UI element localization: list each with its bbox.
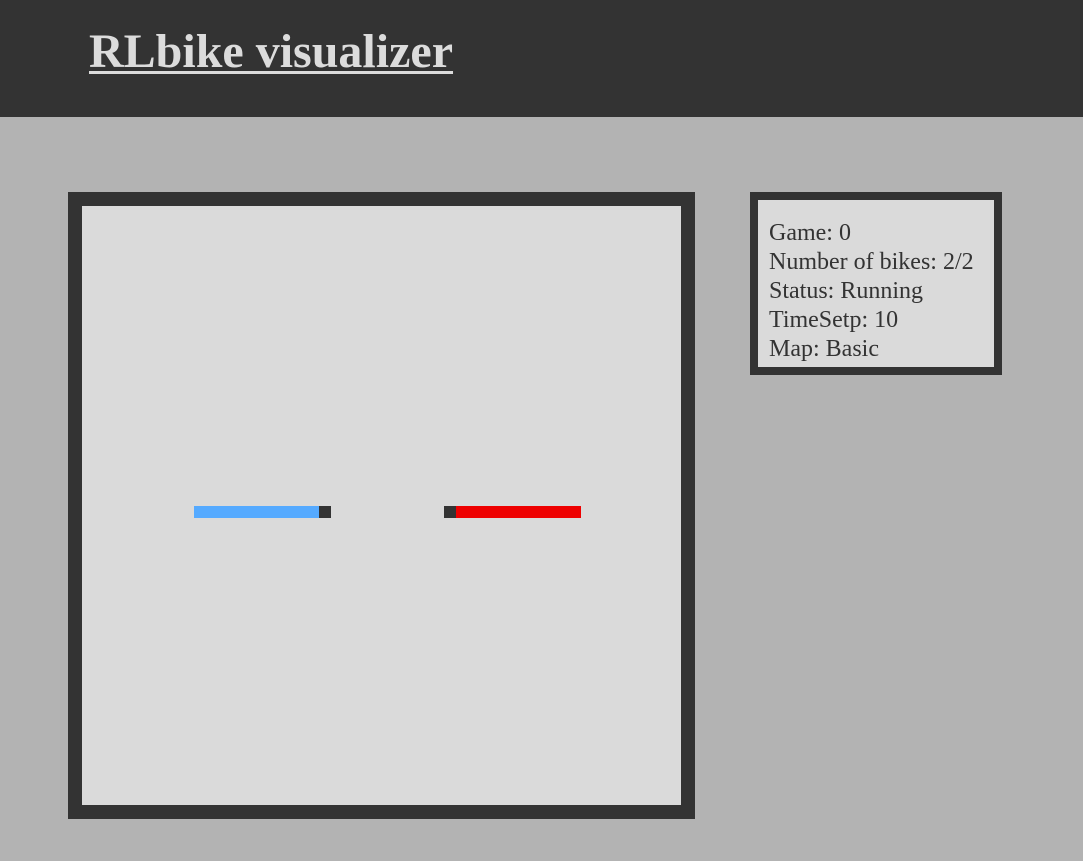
game-info-content: Game: 0 Number of bikes: 2/2 Status: Run… — [758, 200, 994, 367]
blue-bike-head — [319, 506, 331, 518]
header-bar: RLbike visualizer — [0, 0, 1083, 117]
red-bike-head — [444, 506, 456, 518]
red-bike-trail — [456, 506, 581, 518]
game-arena — [68, 192, 695, 819]
game-info-lines: Game: 0 Number of bikes: 2/2 Status: Run… — [769, 219, 974, 364]
timestep-text: TimeSetp: 10 — [769, 307, 899, 333]
game-info-panel: Game: 0 Number of bikes: 2/2 Status: Run… — [750, 192, 1002, 375]
blue-bike-trail — [194, 506, 319, 518]
app-title-link[interactable]: RLbike visualizer — [89, 24, 453, 80]
map-name-text: Map: Basic — [769, 336, 879, 362]
game-field — [82, 206, 681, 805]
game-number-text: Game: 0 — [769, 220, 851, 246]
bike-count-text: Number of bikes: 2/2 — [769, 249, 974, 275]
game-status-text: Status: Running — [769, 278, 924, 304]
